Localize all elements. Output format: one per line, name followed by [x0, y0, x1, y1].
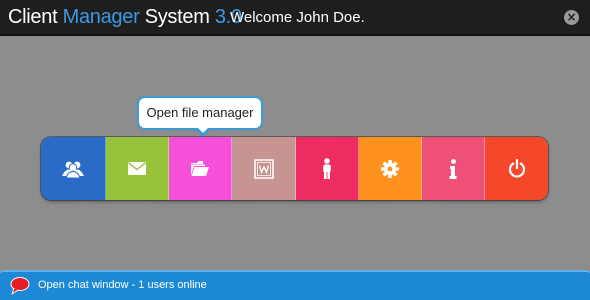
chat-bubble-icon: [10, 277, 30, 295]
info-icon: [449, 158, 457, 179]
menu-item-files[interactable]: [169, 137, 232, 200]
menu-item-settings[interactable]: [359, 137, 422, 200]
chat-link[interactable]: Open chat window - 1 users online: [38, 279, 207, 291]
menu-item-messages[interactable]: [106, 137, 169, 200]
chat-bar[interactable]: Open chat window - 1 users online: [0, 270, 590, 300]
menu-item-info[interactable]: [422, 137, 485, 200]
envelope-icon: [128, 162, 146, 175]
app-title: Client Manager System 3.0: [8, 6, 242, 29]
menu-item-profile[interactable]: [296, 137, 359, 200]
app-title-word-system: System: [139, 6, 210, 28]
tooltip: Open file manager: [137, 96, 263, 130]
welcome-message: Welcome John Doe.: [230, 9, 365, 26]
power-icon: [508, 159, 525, 178]
tooltip-arrow-inner: [197, 127, 209, 133]
menu-item-logout[interactable]: [485, 137, 548, 200]
gear-icon: [381, 159, 399, 178]
app-title-word-manager: Manager: [62, 6, 140, 28]
person-icon: [323, 158, 331, 179]
app-title-word-client: Client: [8, 6, 63, 28]
main-menu: [41, 137, 548, 200]
word-doc-icon: [253, 158, 274, 179]
close-icon[interactable]: ×: [564, 10, 579, 25]
menu-item-clients[interactable]: [41, 137, 106, 200]
top-bar: Client Manager System 3.0 Welcome John D…: [0, 0, 590, 36]
menu-item-documents[interactable]: [232, 137, 296, 200]
folder-icon: [191, 161, 209, 176]
users-icon: [62, 161, 84, 178]
